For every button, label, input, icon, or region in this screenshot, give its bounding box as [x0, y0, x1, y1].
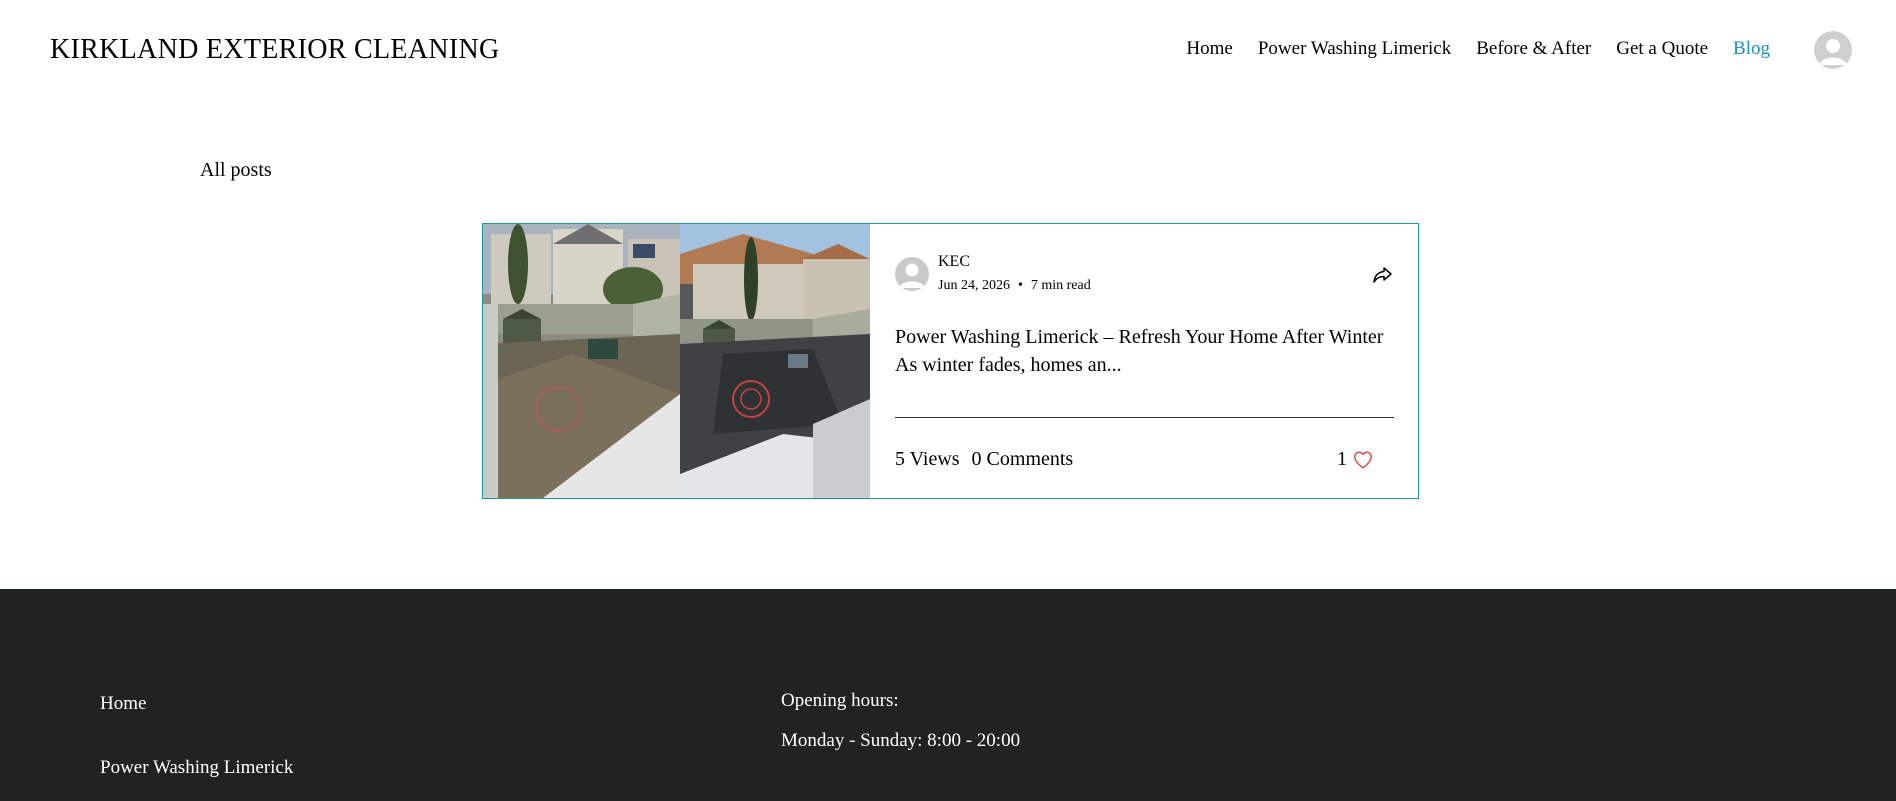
share-icon[interactable] [1371, 264, 1393, 286]
post-date: Jun 24, 2026 [938, 278, 1010, 293]
post-meta: Jun 24, 2026 • 7 min read [938, 278, 1091, 294]
author-avatar-icon[interactable] [895, 257, 929, 291]
blog-post-card[interactable]: KEC Jun 24, 2026 • 7 min read Power Wash… [482, 223, 1419, 499]
post-title[interactable]: Power Washing Limerick – Refresh Your Ho… [895, 323, 1395, 351]
views-count: 5 Views [895, 448, 960, 470]
user-avatar-icon[interactable] [1814, 31, 1852, 69]
opening-hours: Opening hours: Monday - Sunday: 8:00 - 2… [781, 690, 1020, 752]
nav-blog[interactable]: Blog [1733, 38, 1770, 60]
opening-hours-value: Monday - Sunday: 8:00 - 20:00 [781, 730, 1021, 751]
nav-home[interactable]: Home [1186, 38, 1232, 60]
opening-hours-title: Opening hours: [781, 690, 899, 711]
post-stats: 5 Views 0 Comments [895, 448, 1073, 471]
site-title[interactable]: KIRKLAND EXTERIOR CLEANING [50, 34, 500, 66]
like-button[interactable]: 1 [1337, 448, 1374, 471]
post-excerpt: As winter fades, homes an... [895, 354, 1122, 376]
footer-link-power-washing-limerick[interactable]: Power Washing Limerick [100, 757, 293, 779]
footer-link-home[interactable]: Home [100, 693, 293, 715]
post-body: KEC Jun 24, 2026 • 7 min read Power Wash… [870, 224, 1418, 498]
all-posts-link[interactable]: All posts [200, 159, 272, 182]
post-cover-image[interactable] [483, 224, 870, 498]
nav-power-washing-limerick[interactable]: Power Washing Limerick [1258, 38, 1451, 60]
comments-count[interactable]: 0 Comments [972, 448, 1074, 471]
nav-get-a-quote[interactable]: Get a Quote [1616, 38, 1708, 60]
footer-links: Home Power Washing Limerick [100, 693, 293, 779]
post-divider [895, 417, 1394, 418]
author-name[interactable]: KEC [938, 253, 970, 271]
meta-separator: • [1017, 278, 1023, 293]
heart-icon[interactable] [1352, 449, 1374, 471]
likes-count: 1 [1337, 448, 1347, 470]
read-time: 7 min read [1030, 278, 1091, 293]
main-nav: Home Power Washing Limerick Before & Aft… [1186, 38, 1770, 60]
nav-before-after[interactable]: Before & After [1476, 38, 1591, 60]
site-header: KIRKLAND EXTERIOR CLEANING Home Power Wa… [0, 0, 1896, 100]
site-footer: Home Power Washing Limerick Opening hour… [0, 589, 1896, 801]
